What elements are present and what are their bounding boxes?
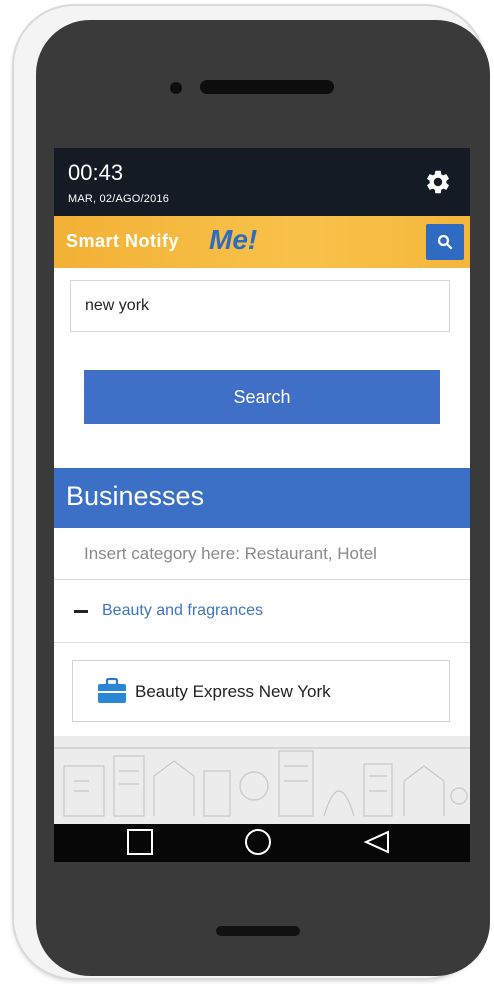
minus-icon[interactable] xyxy=(74,610,88,613)
app-header: Smart Notify Me! xyxy=(54,216,470,268)
clock: 00:43 xyxy=(68,160,124,185)
status-bar: 00:43 MAR, 02/AGO/2016 xyxy=(54,148,470,216)
section-header: Businesses xyxy=(54,468,470,528)
section-title: Businesses xyxy=(66,481,205,511)
business-list-item[interactable]: Beauty Express New York xyxy=(72,660,450,722)
briefcase-icon xyxy=(98,678,126,703)
circle-icon[interactable] xyxy=(245,829,271,855)
category-input[interactable] xyxy=(54,528,470,580)
brand-name: Smart Notify xyxy=(66,231,180,251)
brand-suffix: Me! xyxy=(209,224,258,255)
search-input[interactable] xyxy=(70,280,450,332)
date-label: MAR, 02/AGO/2016 xyxy=(68,193,170,205)
business-name[interactable]: Beauty Express New York xyxy=(135,682,331,702)
nav-buttons xyxy=(127,829,389,855)
gear-icon[interactable] xyxy=(424,168,452,196)
category-item[interactable]: Beauty and fragrances xyxy=(54,582,470,643)
phone-screen: 00:43 MAR, 02/AGO/2016 Smart Notify Me! … xyxy=(54,148,470,862)
bottom-speaker xyxy=(216,926,300,936)
android-nav-bar xyxy=(54,824,470,862)
earpiece-speaker xyxy=(200,80,334,94)
square-icon[interactable] xyxy=(127,829,153,855)
front-camera xyxy=(170,82,182,94)
city-doodle-pattern xyxy=(54,747,470,817)
triangle-back-icon[interactable] xyxy=(363,830,389,854)
search-icon xyxy=(437,234,453,250)
header-search-button[interactable] xyxy=(426,224,464,260)
category-label[interactable]: Beauty and fragrances xyxy=(102,602,263,620)
decorative-city-illustration xyxy=(54,736,470,824)
search-button[interactable]: Search xyxy=(84,370,440,424)
